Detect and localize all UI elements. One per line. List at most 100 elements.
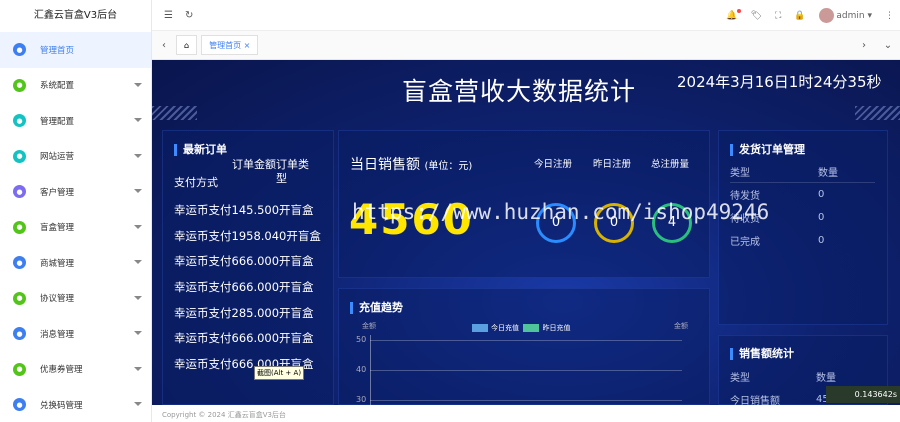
- shipping-col-type: 类型: [730, 167, 750, 179]
- header-stripe-left: [152, 106, 197, 120]
- legend-today-label: 今日充值: [491, 324, 519, 332]
- sidebar-item-label: 系统配置: [40, 81, 75, 92]
- order-row: 幸运币支付1958.040开盲盒: [174, 228, 321, 243]
- menu-icon: ●: [13, 220, 26, 234]
- daily-sales-unit: (单位：元): [424, 161, 473, 172]
- tab-next-icon[interactable]: ›: [852, 40, 876, 51]
- shipping-row-type: 待收货: [730, 214, 760, 225]
- sidebar-item[interactable]: ● 协议管理: [0, 281, 151, 317]
- user-menu[interactable]: admin ▾: [818, 8, 872, 23]
- chevron-down-icon: [134, 118, 142, 122]
- tab-close-icon[interactable]: ×: [244, 41, 251, 50]
- tab-dropdown-icon[interactable]: ⌄: [876, 40, 900, 51]
- menu-icon: ●: [13, 114, 26, 128]
- username: admin: [836, 11, 865, 21]
- orders-list: 幸运币支付145.500开盲盒 幸运币支付1958.040开盲盒 幸运币支付666.…: [174, 202, 324, 382]
- shipping-row-type: 待发货: [730, 191, 760, 202]
- shipping-row-count: 0: [818, 235, 825, 246]
- sidebar-item-label: 网站运营: [40, 152, 75, 163]
- menu-icon: ●: [13, 185, 26, 199]
- yesterday-register-label: 昨日注册: [593, 159, 632, 170]
- recharge-tick-label: 30: [356, 395, 367, 404]
- fullscreen-icon[interactable]: ⛶: [775, 11, 781, 21]
- chevron-down-icon: [134, 331, 142, 335]
- timing-badge: 0.143642s: [826, 386, 900, 403]
- home-tab-icon[interactable]: ⌂: [176, 35, 198, 55]
- sales-stats-header: 类型 数量: [730, 365, 870, 388]
- orders-col-amount: 订单金额: [232, 158, 276, 171]
- sidebar-item[interactable]: ● 兑换码管理: [0, 387, 151, 422]
- sidebar-item-label: 优惠券管理: [40, 365, 83, 376]
- chevron-down-icon: [134, 189, 142, 193]
- legend-yesterday-swatch: [523, 324, 540, 332]
- today-register-label: 今日注册: [534, 159, 573, 170]
- chevron-down-icon: [134, 260, 142, 264]
- menu-icon: ●: [13, 256, 26, 270]
- shipping-row-count: 0: [818, 212, 825, 223]
- total-register-circle: 4: [652, 203, 692, 243]
- order-row: 幸运币支付666.000开盲盒: [174, 331, 314, 346]
- recharge-heading: 充值趋势: [350, 302, 403, 314]
- lock-icon[interactable]: 🔒: [794, 11, 805, 21]
- latest-orders-heading: 最新订单: [174, 144, 227, 156]
- sales-stats-col-type: 类型: [730, 373, 750, 384]
- sidebar-item[interactable]: ● 盲盒管理: [0, 210, 151, 246]
- chevron-down-icon: [134, 295, 142, 300]
- shipping-row-type: 已完成: [730, 237, 760, 248]
- sidebar-item[interactable]: ● 优惠券管理: [0, 352, 151, 388]
- total-register-label: 总注册量: [651, 159, 690, 170]
- legend-yesterday-label: 昨日充值: [542, 324, 571, 332]
- shipping-row-count: 0: [818, 189, 825, 200]
- recharge-legend: 今日充值 昨日充值: [472, 323, 570, 333]
- sidebar-item[interactable]: ● 管理配置: [0, 103, 151, 139]
- dashboard-title: 盲盒营收大数据统计: [402, 77, 637, 106]
- menu-fold-icon[interactable]: ☰: [164, 10, 173, 21]
- tag-icon[interactable]: 🏷: [751, 11, 762, 21]
- daily-sales-title: 当日销售额: [350, 157, 420, 173]
- sidebar-item[interactable]: ● 管理首页: [0, 32, 151, 68]
- top-bar: ☰ ↻ 🔔 🏷 ⛶ 🔒 admin ▾ ⋮: [152, 0, 900, 31]
- legend-today-swatch: [472, 324, 488, 332]
- legend-today[interactable]: 今日充值: [472, 324, 519, 332]
- shipping-table: 类型 数量 待发货 0 待收货 0 已完成 0: [730, 160, 875, 252]
- order-row: 幸运币支付666.000开盲盒: [174, 254, 314, 269]
- notification-dot: [736, 8, 741, 13]
- sidebar-item[interactable]: ● 网站运营: [0, 139, 151, 175]
- sidebar-item[interactable]: ● 消息管理: [0, 316, 151, 352]
- legend-yesterday[interactable]: 昨日充值: [523, 324, 570, 332]
- recharge-y-unit-left: 金额: [362, 322, 376, 330]
- orders-col-type: 订单类型: [276, 158, 309, 185]
- recharge-gridline: [370, 340, 682, 341]
- sidebar-item-label: 商城管理: [40, 258, 75, 269]
- sidebar: 汇鑫云盲盒V3后台 ● 管理首页 ● 系统配置 ● 管理配置 ● 网站运营 ● 客户管理 ● 盲盒管理…: [0, 0, 152, 422]
- sales-stats-heading: 销售额统计: [730, 348, 794, 360]
- notification-bell-icon[interactable]: 🔔: [726, 8, 741, 21]
- menu-icon: ●: [13, 43, 26, 57]
- menu-icon: ●: [13, 327, 26, 341]
- menu-icon: ●: [13, 362, 26, 376]
- tab-bar: ‹ ⌂ 管理首页 × › ⌄: [152, 31, 900, 60]
- app-logo-title: 汇鑫云盲盒V3后台: [33, 10, 118, 21]
- sales-stats-row-type: 今日销售额: [730, 396, 780, 405]
- more-icon[interactable]: ⋮: [885, 11, 894, 21]
- sidebar-item-label: 管理首页: [40, 45, 75, 56]
- sidebar-item-label: 管理配置: [40, 116, 75, 127]
- recharge-y-axis: [370, 335, 371, 405]
- top-bar-right: 🔔 🏷 ⛶ 🔒 admin ▾ ⋮: [726, 0, 894, 31]
- shipping-col-count: 数量: [818, 167, 838, 179]
- tab-prev-icon[interactable]: ‹: [152, 40, 176, 51]
- refresh-icon[interactable]: ↻: [185, 10, 193, 21]
- sidebar-item-label: 客户管理: [40, 187, 75, 198]
- sidebar-item-label: 消息管理: [40, 329, 75, 340]
- recharge-y-unit-right: 金额: [674, 322, 688, 330]
- tab-dashboard[interactable]: 管理首页 ×: [201, 35, 259, 55]
- shipping-table-header: 类型 数量: [730, 160, 875, 183]
- order-row: 幸运币支付145.500开盲盒: [174, 203, 314, 217]
- sidebar-item-label: 协议管理: [40, 294, 75, 305]
- sidebar-item[interactable]: ● 商城管理: [0, 245, 151, 281]
- order-row: 幸运币支付285.000开盲盒: [174, 305, 314, 320]
- today-register-circle: 0: [536, 203, 576, 243]
- sidebar-item[interactable]: ● 客户管理: [0, 174, 151, 210]
- sidebar-item[interactable]: ● 系统配置: [0, 68, 151, 104]
- shipping-heading: 发货订单管理: [730, 144, 805, 156]
